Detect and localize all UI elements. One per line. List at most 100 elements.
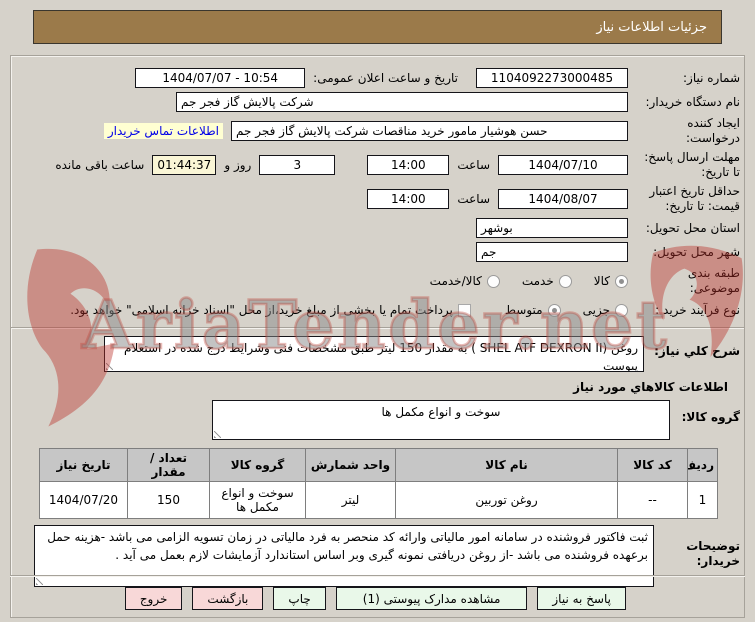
items-table-header-row: ردیف کد کالا نام کالا واحد شمارش گروه کا… <box>39 448 718 482</box>
deadline-time-value: 14:00 <box>391 158 426 172</box>
cell-unit: لیتر <box>305 481 396 519</box>
buyer-org-field[interactable]: شرکت پالایش گاز فجر جم <box>176 92 628 112</box>
radio-process-minor-label: جزیی <box>582 303 610 317</box>
days-left-field[interactable]: 3 <box>259 155 336 175</box>
deadline-date-value: 1404/07/10 <box>528 158 598 172</box>
cell-item-name: روغن توربین <box>395 481 618 519</box>
back-button[interactable]: بازگشت <box>192 587 264 610</box>
countdown-value: 01:44:37 <box>157 158 212 172</box>
validity-hour-label: ساعت <box>457 192 490 206</box>
need-number-field[interactable]: 1104092273000485 <box>476 68 628 88</box>
province-value: بوشهر <box>481 221 513 235</box>
buyer-org-label: نام دستگاه خریدار: <box>645 94 741 109</box>
treasury-checkbox[interactable] <box>457 303 471 317</box>
radio-category-goods-service-label: کالا/خدمت <box>429 274 482 288</box>
deadline-date-field[interactable]: 1404/07/10 <box>498 155 628 175</box>
resize-grip-icon[interactable] <box>36 578 43 585</box>
row-creator: ایجاد کننده درخواست: حسن هوشیار مامور خر… <box>15 116 740 146</box>
row-category: طبقه بندی موضوعی: کالا خدمت کالا/خدمت <box>15 266 740 296</box>
page-title-text: جزئیات اطلاعات نیاز <box>596 19 707 35</box>
validity-time-value: 14:00 <box>391 192 426 206</box>
goods-group-label: گروه کالا: <box>681 410 740 424</box>
col-unit: واحد شمارش <box>305 448 396 482</box>
need-number-label: شماره نیاز: <box>683 70 740 85</box>
category-label: طبقه بندی موضوعی: <box>687 266 740 295</box>
table-row: 1 -- روغن توربین لیتر سوخت و انواع مکمل … <box>39 481 718 519</box>
countdown-field: 01:44:37 <box>152 155 217 175</box>
creator-field[interactable]: حسن هوشیار مامور خرید مناقصات شرکت پالای… <box>231 121 628 141</box>
buyer-notes-label: توضیحات خریدار: <box>686 539 740 568</box>
validity-date-field[interactable]: 1404/08/07 <box>498 189 628 209</box>
buyer-notes-textarea[interactable]: ثبت فاکتور فروشنده در سامانه امور مالیات… <box>34 525 654 587</box>
items-table: ردیف کد کالا نام کالا واحد شمارش گروه کا… <box>39 448 718 519</box>
need-description-label: شرح كلي نياز: <box>654 344 740 358</box>
col-quantity: تعداد / مقدار <box>127 448 210 482</box>
row-need-description: شرح كلي نياز: روغن (SHEL ATF DEXRON II )… <box>15 336 740 372</box>
need-description-text: روغن (SHEL ATF DEXRON II ) به مقدار 150 … <box>123 341 638 372</box>
treasury-note-label: پرداخت تمام یا بخشی از مبلغ خرید،از محل … <box>70 303 453 317</box>
buyer-notes-text: ثبت فاکتور فروشنده در سامانه امور مالیات… <box>47 530 648 562</box>
announce-datetime-label: تاریخ و ساعت اعلان عمومی: <box>313 71 458 85</box>
row-province: استان محل تحویل: بوشهر <box>15 218 740 238</box>
col-need-date: تاریخ نیاز <box>39 448 128 482</box>
print-button[interactable]: چاپ <box>273 587 326 610</box>
cell-row-number: 1 <box>687 481 718 519</box>
col-row-number: ردیف <box>687 448 718 482</box>
row-buyer-org: نام دستگاه خریدار: شرکت پالایش گاز فجر ج… <box>15 92 740 112</box>
buyer-org-value: شرکت پالایش گاز فجر جم <box>181 95 314 109</box>
row-process-type: نوع فرآیند خرید : جزیی متوسط پرداخت تمام… <box>15 300 740 320</box>
creator-label: ایجاد کننده درخواست: <box>686 116 740 145</box>
province-label: استان محل تحویل: <box>645 220 740 235</box>
need-details-panel: شماره نیاز: 1104092273000485 تاریخ و ساع… <box>10 55 745 618</box>
section-divider <box>11 327 744 329</box>
view-attachments-button[interactable]: مشاهده مدارک پیوستی (1) <box>335 587 528 610</box>
col-item-name: نام کالا <box>395 448 618 482</box>
row-deadline: مهلت ارسال پاسخ: تا تاریخ: 1404/07/10 سا… <box>15 150 740 180</box>
city-field[interactable]: جم <box>476 242 628 262</box>
radio-category-goods-label: کالا <box>593 274 610 288</box>
page-title: جزئیات اطلاعات نیاز <box>33 10 722 44</box>
radio-category-goods-service[interactable] <box>486 274 500 288</box>
goods-group-textarea[interactable]: سوخت و انواع مکمل ها <box>212 400 670 440</box>
deadline-time-field[interactable]: 14:00 <box>367 155 450 175</box>
button-row: پاسخ به نیاز مشاهده مدارک پیوستی (1) چاپ… <box>11 587 744 610</box>
cell-need-date: 1404/07/20 <box>39 481 128 519</box>
creator-value: حسن هوشیار مامور خرید مناقصات شرکت پالای… <box>236 124 548 138</box>
cell-item-group: سوخت و انواع مکمل ها <box>209 481 306 519</box>
validity-label: حداقل تاریخ اعتبار قیمت: تا تاریخ: <box>649 184 740 213</box>
radio-category-service[interactable] <box>558 274 572 288</box>
city-value: جم <box>481 245 497 259</box>
col-item-group: گروه کالا <box>209 448 306 482</box>
need-description-textarea[interactable]: روغن (SHEL ATF DEXRON II ) به مقدار 150 … <box>104 336 644 372</box>
need-number-value: 1104092273000485 <box>490 71 614 85</box>
announce-datetime-field[interactable]: 1404/07/07 - 10:54 <box>135 68 306 88</box>
city-label: شهر محل تحویل: <box>653 244 740 259</box>
buyer-contact-link[interactable]: اطلاعات تماس خریدار <box>103 123 223 139</box>
resize-grip-icon[interactable] <box>214 431 221 438</box>
days-suffix-label: روز و <box>224 158 252 172</box>
validity-date-value: 1404/08/07 <box>528 192 598 206</box>
row-price-validity: حداقل تاریخ اعتبار قیمت: تا تاریخ: 1404/… <box>15 184 740 214</box>
resize-grip-icon[interactable] <box>106 363 113 370</box>
cell-quantity: 150 <box>127 481 210 519</box>
row-city: شهر محل تحویل: جم <box>15 242 740 262</box>
radio-process-minor[interactable] <box>615 303 628 317</box>
cell-item-code: -- <box>617 481 688 519</box>
goods-section-header: اطلاعات كالاهاي مورد نياز <box>573 380 728 394</box>
radio-process-medium[interactable] <box>547 303 561 317</box>
remaining-hours-label: ساعت باقی مانده <box>55 158 145 172</box>
radio-category-service-label: خدمت <box>521 274 554 288</box>
announce-datetime-value: 1404/07/07 - 10:54 <box>162 71 279 85</box>
respond-button[interactable]: پاسخ به نیاز <box>537 587 626 610</box>
radio-category-goods[interactable] <box>615 274 628 288</box>
deadline-hour-label: ساعت <box>457 158 490 172</box>
process-type-label: نوع فرآیند خرید : <box>655 302 740 317</box>
goods-group-value: سوخت و انواع مکمل ها <box>381 405 501 419</box>
row-goods-group: گروه کالا: سوخت و انواع مکمل ها <box>15 400 740 440</box>
validity-time-field[interactable]: 14:00 <box>367 189 450 209</box>
deadline-label: مهلت ارسال پاسخ: تا تاریخ: <box>644 150 740 179</box>
exit-button[interactable]: خروج <box>124 587 183 610</box>
row-need-number: شماره نیاز: 1104092273000485 تاریخ و ساع… <box>15 68 740 88</box>
province-field[interactable]: بوشهر <box>476 218 628 238</box>
radio-process-medium-label: متوسط <box>504 303 543 317</box>
